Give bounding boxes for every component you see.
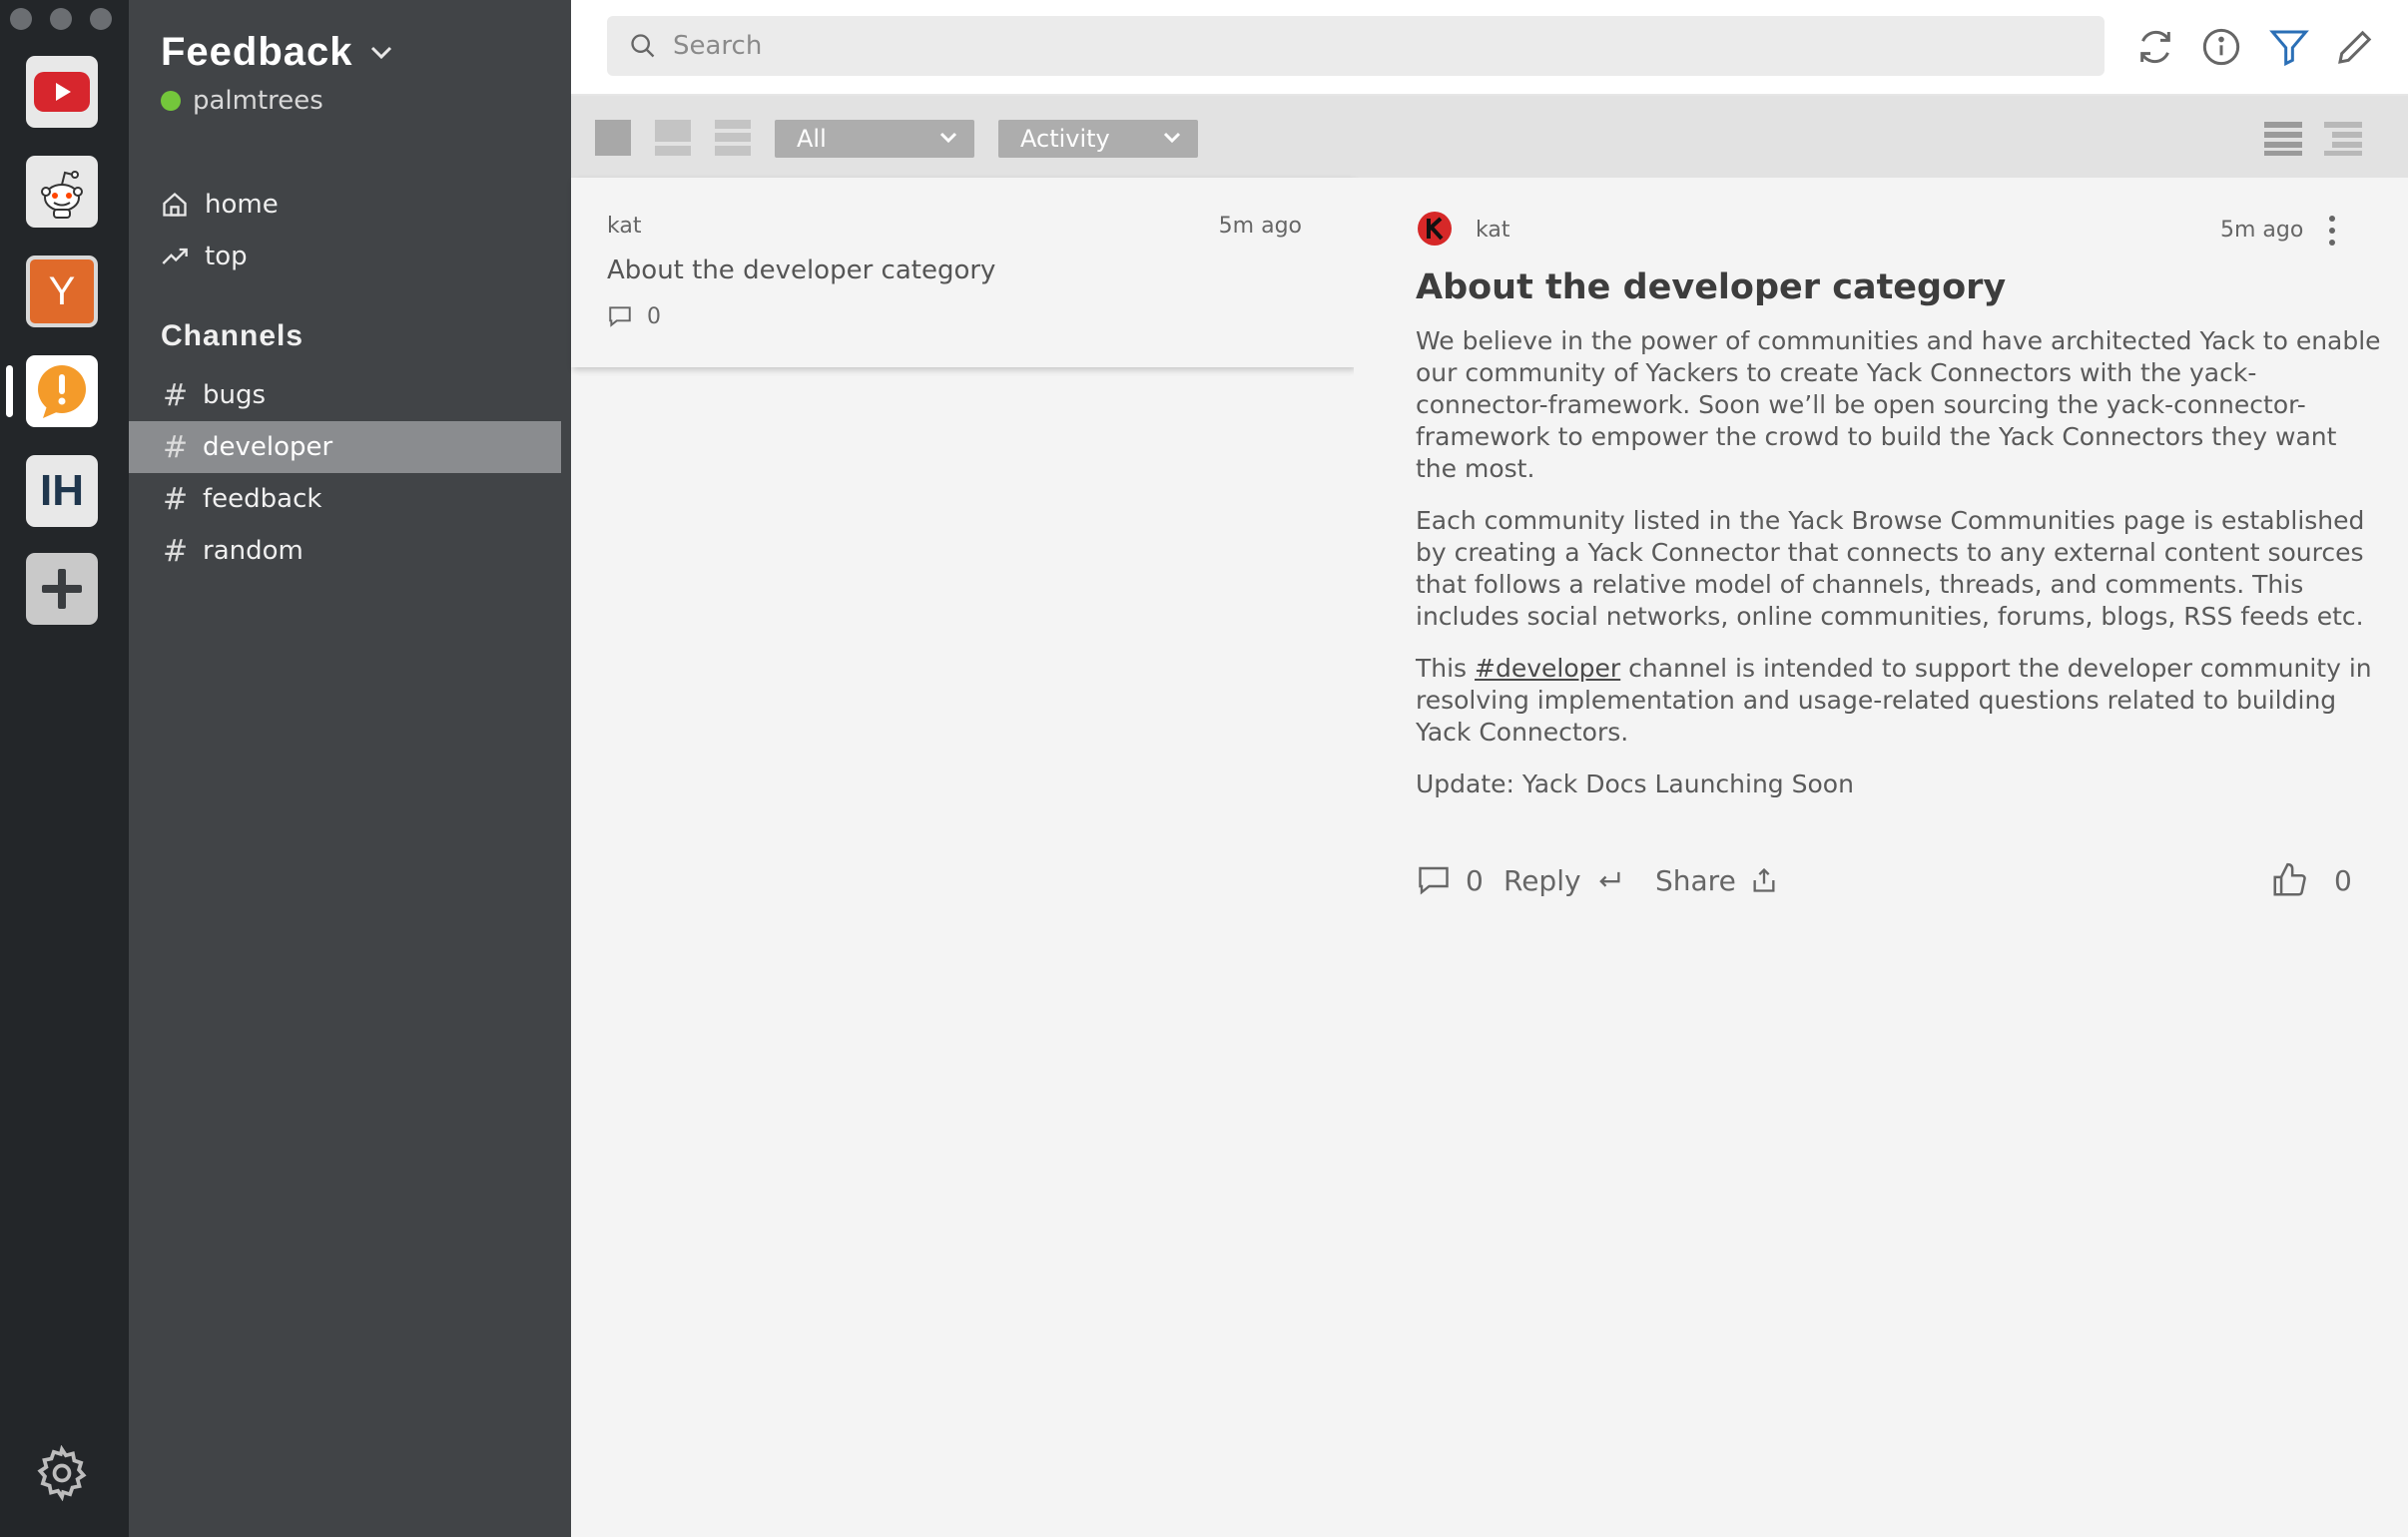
hash-icon: #: [163, 429, 189, 465]
thumbs-up-icon: [2273, 862, 2306, 896]
post-paragraph: Update: Yack Docs Launching Soon: [1416, 769, 1854, 798]
like-count: 0: [2334, 863, 2352, 897]
post-comments-button[interactable]: 0: [1416, 858, 1484, 902]
thread-timestamp: 5m ago: [1218, 214, 1302, 239]
comment-icon: [1419, 866, 1449, 895]
search-icon: [631, 34, 655, 58]
maximize-window-button[interactable]: [90, 8, 112, 30]
username: palmtrees: [193, 86, 323, 116]
reply-arrow-icon: [1598, 871, 1620, 887]
post-text: This: [1416, 654, 1476, 683]
workspace-title[interactable]: Feedback: [161, 30, 393, 75]
thread-list-item[interactable]: kat 5m ago About the developer category …: [571, 178, 1354, 367]
hash-icon: #: [163, 533, 189, 569]
chevron-down-icon: [939, 132, 957, 144]
post-author[interactable]: kat: [1476, 218, 1509, 243]
post-comment-count: 0: [1466, 863, 1484, 897]
post-detail: kat 5m ago About the developer category …: [1354, 178, 2408, 1537]
channel-developer[interactable]: # developer: [129, 421, 561, 473]
thread-comment-count: 0: [607, 303, 661, 329]
settings-gear-icon[interactable]: [30, 1441, 94, 1505]
post-paragraph-channel: This #developer channel is intended to s…: [1416, 653, 2384, 749]
chevron-down-icon: [370, 46, 391, 59]
nav-home-label: home: [205, 190, 279, 220]
expanded-layout-icon[interactable]: [2264, 120, 2302, 156]
filter-icon[interactable]: [2266, 24, 2312, 70]
nav-top-label: top: [205, 242, 248, 271]
filter-dropdown-value: All: [797, 125, 827, 153]
compose-icon[interactable]: [2332, 24, 2378, 70]
nav-top[interactable]: top: [161, 242, 248, 271]
post-body: We believe in the power of communities a…: [1416, 325, 2384, 820]
sort-dropdown[interactable]: Activity: [998, 120, 1198, 158]
sidebar: Feedback palmtrees home top Channels # b…: [129, 0, 571, 1537]
list-toolbar: All Activity: [571, 96, 2408, 178]
filter-dropdown[interactable]: All: [775, 120, 974, 158]
top-bar: [571, 0, 2408, 96]
hacker-news-icon[interactable]: Y: [26, 256, 98, 327]
sort-dropdown-value: Activity: [1020, 125, 1110, 153]
reply-button[interactable]: Reply: [1504, 858, 1623, 902]
list-view-icon[interactable]: [715, 120, 751, 156]
channel-label: feedback: [203, 484, 322, 514]
post-title: About the developer category: [1416, 267, 2007, 307]
thread-author: kat: [607, 214, 642, 239]
thread-comment-count-value: 0: [647, 303, 661, 329]
info-icon[interactable]: [2198, 24, 2244, 70]
channel-label: developer: [203, 432, 333, 462]
refresh-icon[interactable]: [2132, 24, 2178, 70]
channel-label: random: [203, 536, 303, 566]
channels-heading: Channels: [161, 319, 304, 352]
online-status-dot: [161, 91, 181, 111]
share-button[interactable]: Share: [1655, 858, 1778, 902]
post-timestamp: 5m ago: [2220, 218, 2304, 243]
post-actions: 0 Reply Share 0: [1416, 858, 2374, 902]
thread-title: About the developer category: [607, 256, 996, 285]
minimize-window-button[interactable]: [50, 8, 72, 30]
comment-icon: [609, 306, 631, 327]
author-avatar[interactable]: [1416, 210, 1454, 248]
workspace-user: palmtrees: [161, 86, 323, 116]
compact-view-icon[interactable]: [655, 120, 691, 156]
youtube-icon[interactable]: [26, 56, 98, 128]
post-paragraph: We believe in the power of communities a…: [1416, 326, 2381, 483]
share-label: Share: [1655, 863, 1736, 897]
feedback-icon[interactable]: [26, 355, 98, 427]
search-box[interactable]: [607, 16, 2105, 76]
reply-label: Reply: [1504, 863, 1581, 897]
hacker-news-letter: Y: [48, 268, 76, 313]
post-paragraph: Each community listed in the Yack Browse…: [1416, 506, 2365, 631]
hash-icon: #: [163, 377, 189, 413]
active-app-indicator: [6, 365, 13, 417]
add-app-icon[interactable]: [26, 553, 98, 625]
share-icon: [1753, 867, 1775, 892]
channel-link[interactable]: #developer: [1475, 654, 1620, 683]
more-options-icon[interactable]: [2324, 214, 2340, 248]
reddit-icon[interactable]: [26, 156, 98, 228]
card-view-icon[interactable]: [595, 120, 631, 156]
channel-label: bugs: [203, 380, 267, 410]
nav-home[interactable]: home: [161, 190, 279, 220]
like-button[interactable]: 0: [2270, 858, 2352, 902]
chevron-down-icon: [1163, 132, 1181, 144]
search-input[interactable]: [673, 31, 2071, 61]
home-icon: [163, 192, 187, 217]
channel-random[interactable]: # random: [129, 525, 561, 577]
trending-up-icon: [162, 248, 188, 264]
indie-hackers-icon[interactable]: IH: [26, 455, 98, 527]
workspace-name: Feedback: [161, 30, 353, 74]
threaded-layout-icon[interactable]: [2324, 120, 2362, 156]
app-rail: Y IH: [0, 0, 129, 1537]
hash-icon: #: [163, 481, 189, 517]
indie-hackers-letters: IH: [40, 466, 84, 515]
close-window-button[interactable]: [10, 8, 32, 30]
channel-bugs[interactable]: # bugs: [129, 369, 561, 421]
channel-feedback[interactable]: # feedback: [129, 473, 561, 525]
